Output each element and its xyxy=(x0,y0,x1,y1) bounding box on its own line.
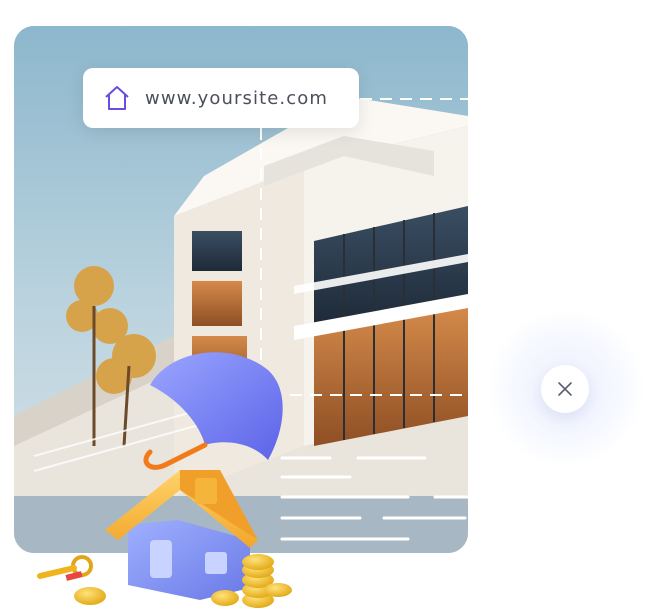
url-text: www.yoursite.com xyxy=(145,87,328,109)
keys-icon xyxy=(37,555,93,581)
umbrella-icon xyxy=(143,352,283,470)
house-icon xyxy=(105,470,258,600)
url-bar[interactable]: www.yoursite.com xyxy=(83,68,359,128)
home-icon xyxy=(103,84,131,112)
